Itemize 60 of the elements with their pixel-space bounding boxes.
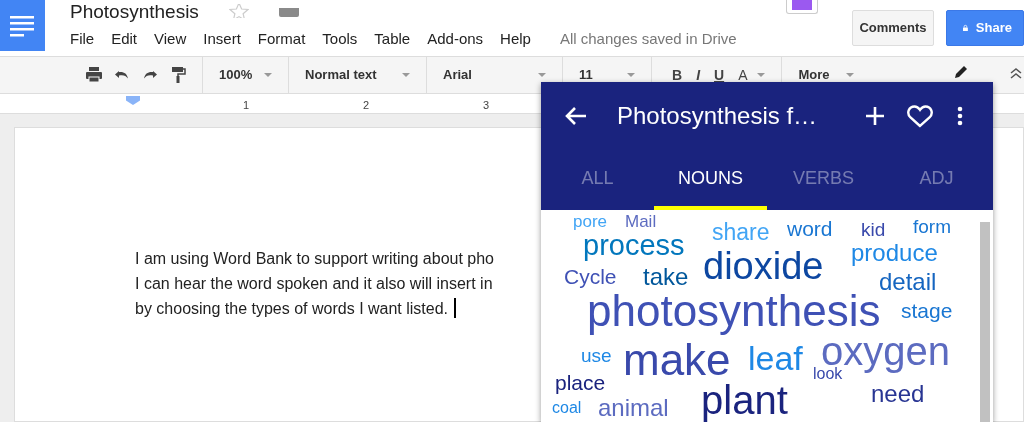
- document-title[interactable]: Photosynthesis: [70, 1, 199, 23]
- cloud-word[interactable]: make: [623, 338, 731, 382]
- menu-item[interactable]: Help: [500, 26, 539, 53]
- menu-item[interactable]: Insert: [203, 26, 249, 53]
- cloud-word[interactable]: take: [643, 265, 689, 289]
- cloud-word[interactable]: produce: [851, 241, 938, 265]
- cloud-word[interactable]: use: [581, 346, 612, 365]
- cloud-word[interactable]: Mail: [625, 213, 657, 230]
- cloud-word[interactable]: plant: [701, 380, 788, 420]
- cloud-word[interactable]: process: [583, 231, 685, 260]
- more-dropdown[interactable]: More: [798, 68, 855, 82]
- font-dropdown[interactable]: Arial: [443, 68, 546, 82]
- chevron-up-icon[interactable]: [1010, 67, 1022, 79]
- cloud-word[interactable]: coal: [552, 400, 582, 416]
- menu-item[interactable]: Format: [257, 26, 314, 53]
- text-color-button[interactable]: A: [734, 68, 752, 82]
- cloud-word[interactable]: need: [871, 382, 925, 406]
- scrollbar[interactable]: [980, 222, 990, 422]
- font-size-dropdown[interactable]: 11: [579, 68, 635, 82]
- cloud-word[interactable]: word: [787, 218, 833, 239]
- text-cursor: [454, 298, 457, 318]
- comments-button[interactable]: Comments: [852, 10, 934, 46]
- cloud-word[interactable]: photosynthesis: [587, 289, 881, 333]
- cloud-word[interactable]: place: [555, 372, 606, 393]
- italic-button[interactable]: I: [692, 68, 704, 82]
- indent-marker-icon[interactable]: [126, 96, 140, 105]
- cloud-word[interactable]: kid: [861, 220, 886, 239]
- back-arrow-icon[interactable]: [565, 106, 587, 126]
- print-icon[interactable]: [86, 67, 102, 83]
- underline-button[interactable]: U: [710, 68, 729, 82]
- ruler-number: 3: [483, 98, 490, 113]
- menu-item[interactable]: Edit: [111, 26, 146, 53]
- docs-logo-icon[interactable]: [0, 0, 45, 51]
- cloud-word[interactable]: leaf: [748, 341, 803, 375]
- menu-item[interactable]: File: [70, 26, 103, 53]
- cloud-word[interactable]: animal: [598, 396, 669, 420]
- share-button[interactable]: Share: [946, 10, 1024, 46]
- paint-roller-icon[interactable]: [170, 67, 186, 83]
- cloud-word[interactable]: detail: [879, 270, 937, 294]
- ruler-number: 2: [363, 98, 370, 113]
- cloud-word[interactable]: form: [913, 217, 951, 236]
- ruler-number: 1: [243, 98, 250, 113]
- star-icon[interactable]: [228, 4, 249, 18]
- bold-button[interactable]: B: [668, 68, 687, 82]
- menu-item[interactable]: Table: [374, 26, 419, 53]
- folder-icon[interactable]: [278, 7, 299, 17]
- pencil-icon[interactable]: [953, 64, 969, 80]
- cloud-word[interactable]: Cycle: [564, 266, 617, 287]
- document-text: I am using Word Bank to support writing about pho I can hear the word spoken and it also will insert in by choosing the types of words I want listed.: [135, 249, 494, 320]
- cloud-word[interactable]: stage: [901, 300, 953, 321]
- panel-title: Photosynthesis f…: [617, 101, 819, 131]
- save-status: All changes saved in Drive: [559, 29, 737, 49]
- extension-icon[interactable]: [786, 0, 818, 14]
- category-tab[interactable]: NOUNS: [654, 150, 767, 210]
- menu-item[interactable]: View: [154, 26, 195, 53]
- menu-item[interactable]: Add-ons: [427, 26, 492, 53]
- menu-item[interactable]: Tools: [322, 26, 366, 53]
- zoom-dropdown[interactable]: 100%: [219, 68, 273, 82]
- cloud-word[interactable]: dioxide: [703, 247, 824, 285]
- style-dropdown[interactable]: Normal text: [305, 68, 410, 82]
